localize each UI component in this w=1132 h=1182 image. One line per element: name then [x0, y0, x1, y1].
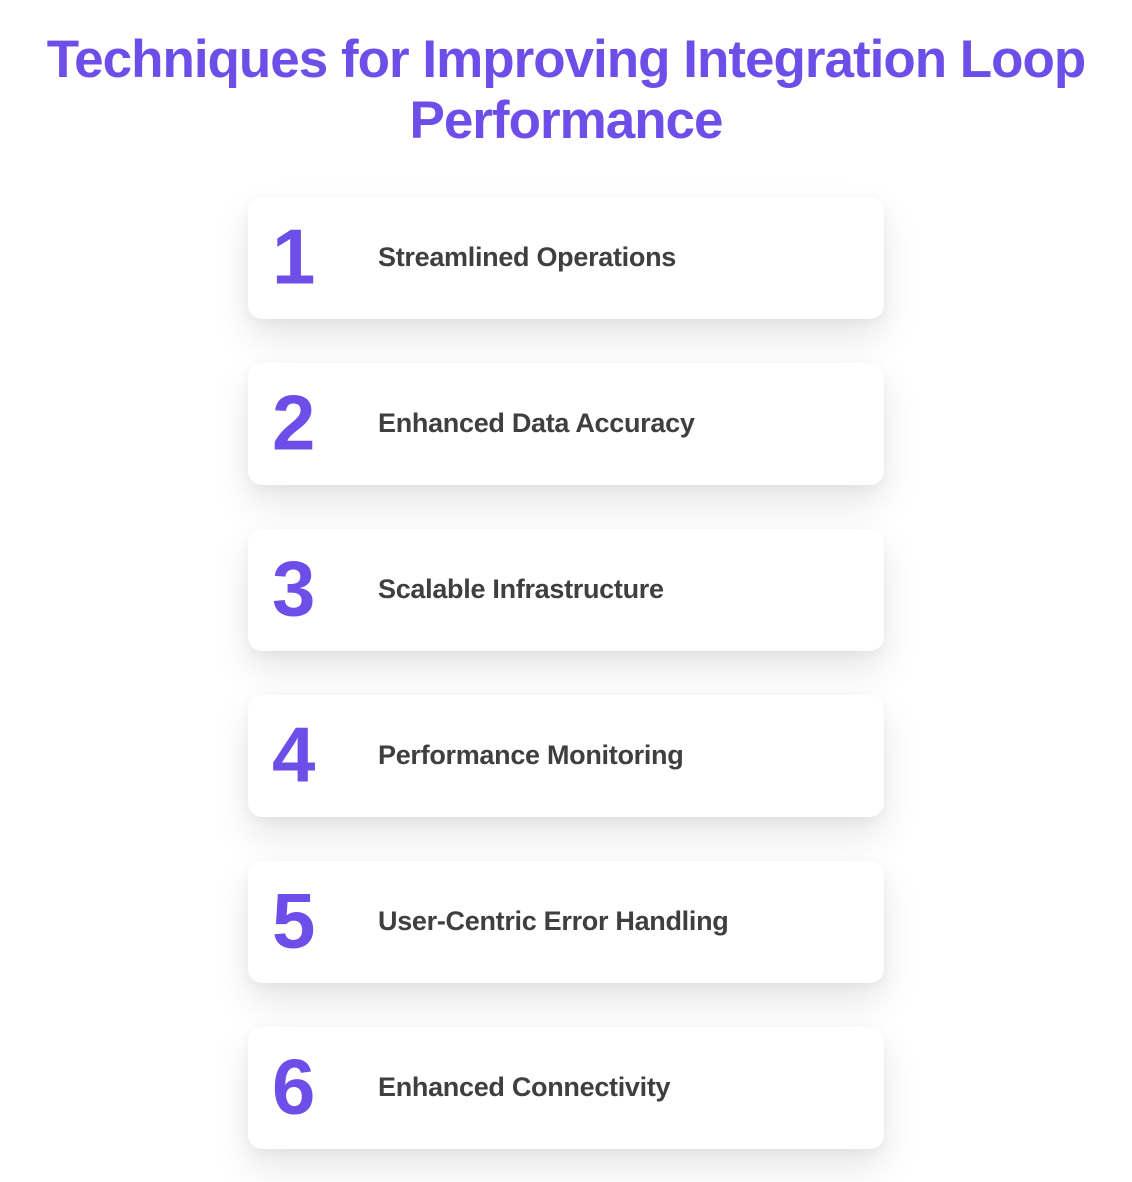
item-label: Enhanced Data Accuracy [378, 408, 695, 439]
item-label: Streamlined Operations [378, 242, 676, 273]
list-item: 2 Enhanced Data Accuracy [248, 363, 884, 485]
item-number: 2 [272, 383, 312, 461]
item-number: 3 [272, 549, 312, 627]
list-item: 1 Streamlined Operations [248, 197, 884, 319]
list-item: 4 Performance Monitoring [248, 695, 884, 817]
list-item: 5 User-Centric Error Handling [248, 861, 884, 983]
technique-list: 1 Streamlined Operations 2 Enhanced Data… [248, 197, 884, 1149]
page-title: Techniques for Improving Integration Loo… [36, 30, 1096, 152]
item-label: User-Centric Error Handling [378, 906, 728, 937]
item-number: 4 [272, 715, 312, 793]
list-item: 3 Scalable Infrastructure [248, 529, 884, 651]
item-label: Enhanced Connectivity [378, 1072, 670, 1103]
item-number: 5 [272, 881, 312, 959]
list-item: 6 Enhanced Connectivity [248, 1027, 884, 1149]
item-label: Performance Monitoring [378, 740, 683, 771]
item-label: Scalable Infrastructure [378, 574, 664, 605]
item-number: 1 [272, 217, 312, 295]
item-number: 6 [272, 1047, 312, 1125]
